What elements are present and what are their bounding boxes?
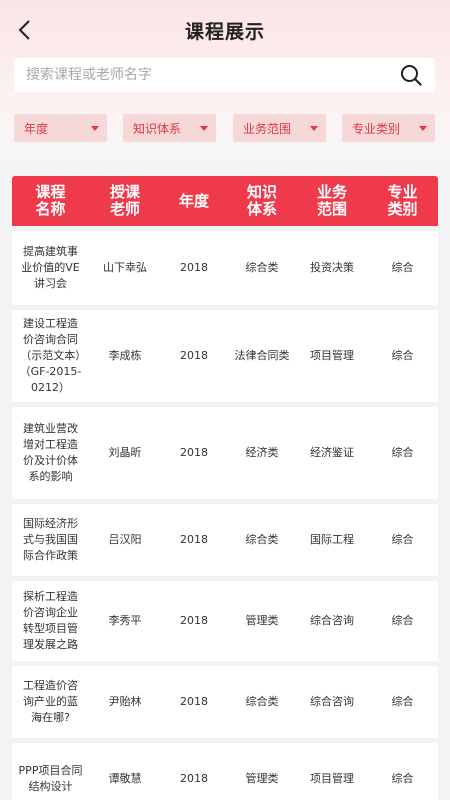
course-name: 探析工程造价咨询企业转型项目管理发展之路 [23, 590, 78, 651]
page-title: 课程展示 [184, 20, 265, 43]
search-bar[interactable] [14, 58, 435, 92]
course-scope: 项目管理 [310, 349, 354, 362]
course-teacher: 李成栋 [108, 349, 142, 362]
course-year: 2018 [180, 614, 208, 627]
course-name: 提高建筑事业价值的VE讲习会 [21, 245, 80, 290]
course-teacher: 李秀平 [108, 614, 142, 627]
table-row[interactable]: 工程造价咨询产业的蓝海在哪? 尹贻林 2018 综合类 综合咨询 综合 [12, 666, 438, 738]
course-scope: 综合咨询 [310, 614, 354, 627]
filter-label: 业务范围 [243, 121, 292, 136]
table-row[interactable]: 建筑业营改增对工程造价及计价体系的影响 刘晶昕 2018 经济类 经济鉴证 综合 [12, 407, 438, 499]
filter-label: 知识体系 [133, 121, 182, 136]
course-teacher: 刘晶昕 [108, 446, 142, 459]
course-name: 工程造价咨询产业的蓝海在哪? [23, 679, 78, 724]
filter-scope-dropdown[interactable]: 业务范围 [233, 114, 326, 142]
filter-label: 专业类别 [352, 121, 401, 136]
course-scope: 经济鉴证 [310, 446, 354, 459]
course-year: 2018 [180, 695, 208, 708]
caret-down-icon [200, 125, 208, 131]
column-header: 年度 [178, 191, 209, 210]
app-header: 课程展示 [0, 0, 450, 60]
caret-down-icon [91, 125, 99, 131]
chevron-left-icon [18, 20, 30, 40]
course-category: 综合 [391, 772, 414, 785]
filter-label: 年度 [24, 121, 49, 136]
back-button[interactable] [12, 18, 36, 42]
course-teacher: 山下幸弘 [103, 261, 147, 274]
table-header: 课程 名称 授课 老师 年度 知识 体系 业务 范围 专业 类别 [12, 176, 438, 226]
course-system: 综合类 [245, 695, 279, 708]
course-year: 2018 [180, 261, 208, 274]
course-scope: 国际工程 [310, 533, 354, 546]
course-teacher: 谭敬慧 [108, 772, 142, 785]
filter-knowledge-dropdown[interactable]: 知识体系 [123, 114, 216, 142]
column-header: 业务 范围 [316, 183, 347, 218]
table-row[interactable]: 探析工程造价咨询企业转型项目管理发展之路 李秀平 2018 管理类 综合咨询 综… [12, 581, 438, 661]
course-year: 2018 [180, 533, 208, 546]
course-system: 综合类 [245, 261, 279, 274]
filter-category-dropdown[interactable]: 专业类别 [342, 114, 435, 142]
course-category: 综合 [391, 533, 414, 546]
course-year: 2018 [180, 349, 208, 362]
course-system: 综合类 [245, 533, 279, 546]
search-icon[interactable] [399, 63, 423, 87]
course-year: 2018 [180, 446, 208, 459]
course-name: 建筑业营改增对工程造价及计价体系的影响 [23, 422, 78, 483]
course-system: 法律合同类 [234, 349, 290, 362]
course-category: 综合 [391, 614, 414, 627]
course-system: 管理类 [245, 614, 279, 627]
table-row[interactable]: 提高建筑事业价值的VE讲习会 山下幸弘 2018 综合类 投资决策 综合 [12, 231, 438, 305]
course-system: 管理类 [245, 772, 279, 785]
course-category: 综合 [391, 349, 414, 362]
course-teacher: 吕汉阳 [108, 533, 142, 546]
search-input[interactable] [26, 67, 399, 83]
column-header: 授课 老师 [109, 183, 140, 218]
table-row[interactable]: 建设工程造价咨询合同（示范文本）（GF-2015- 0212） 李成栋 2018… [12, 310, 438, 402]
column-header: 知识 体系 [246, 183, 277, 218]
column-header: 专业 类别 [387, 183, 418, 218]
table-row[interactable]: PPP项目合同结构设计 谭敬慧 2018 管理类 项目管理 综合 [12, 743, 438, 800]
course-scope: 投资决策 [310, 261, 354, 274]
caret-down-icon [310, 125, 318, 131]
course-name: 建设工程造价咨询合同（示范文本）（GF-2015- 0212） [19, 317, 82, 394]
course-name: PPP项目合同结构设计 [18, 764, 83, 793]
course-year: 2018 [180, 772, 208, 785]
course-teacher: 尹贻林 [108, 695, 142, 708]
course-category: 综合 [391, 695, 414, 708]
course-scope: 综合咨询 [310, 695, 354, 708]
course-scope: 项目管理 [310, 772, 354, 785]
column-header: 课程 名称 [35, 183, 66, 218]
course-system: 经济类 [245, 446, 279, 459]
course-category: 综合 [391, 261, 414, 274]
course-table: 课程 名称 授课 老师 年度 知识 体系 业务 范围 专业 类别 提高建筑事业价… [12, 176, 438, 800]
caret-down-icon [419, 125, 427, 131]
table-row[interactable]: 国际经济形式与我国国际合作政策 吕汉阳 2018 综合类 国际工程 综合 [12, 504, 438, 576]
filter-year-dropdown[interactable]: 年度 [14, 114, 107, 142]
course-name: 国际经济形式与我国国际合作政策 [23, 517, 78, 562]
filter-bar: 年度 知识体系 业务范围 专业类别 [14, 114, 435, 142]
course-category: 综合 [391, 446, 414, 459]
